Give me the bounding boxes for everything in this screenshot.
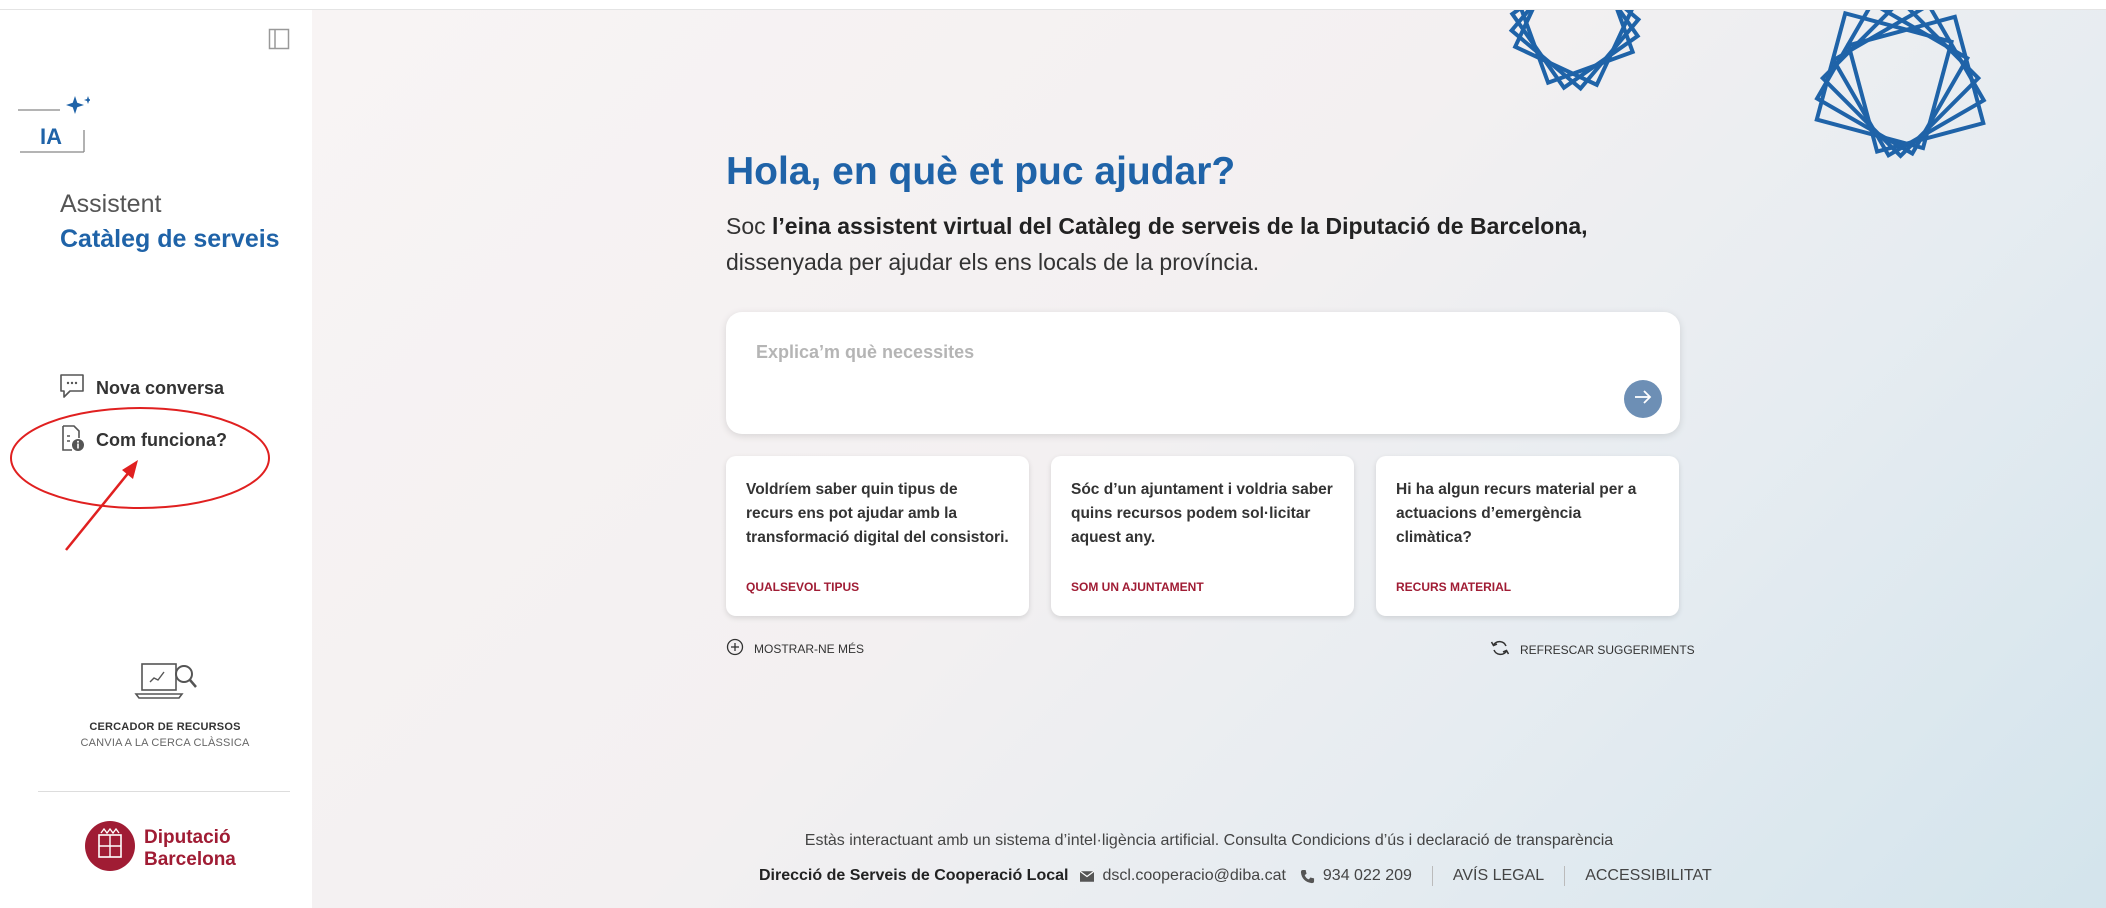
chat-bubble-icon: [58, 372, 86, 405]
refresh-icon: [1490, 638, 1510, 661]
chat-input-placeholder[interactable]: Explica’m què necessites: [756, 342, 974, 363]
mail-icon: [1080, 870, 1095, 882]
suggestion-question: Sóc d’un ajuntament i voldria saber quin…: [1071, 481, 1333, 546]
refresh-suggestions-button[interactable]: REFRESCAR SUGGERIMENTS: [1490, 638, 1695, 661]
org-logo-line2: Barcelona: [144, 848, 236, 870]
suggestion-card[interactable]: Voldríem saber quin tipus de recurs ens …: [726, 456, 1029, 616]
main-area: Hola, en què et puc ajudar? Soc l’eina a…: [312, 10, 2106, 908]
diputacio-seal-icon: [84, 820, 136, 877]
document-info-icon: [58, 424, 86, 457]
sidebar-item-how-it-works[interactable]: Com funciona?: [58, 424, 227, 457]
refresh-label: REFRESCAR SUGGERIMENTS: [1520, 642, 1695, 657]
resource-search-link[interactable]: CERCADOR DE RECURSOS CANVIA A LA CERCA C…: [40, 660, 290, 749]
sidebar-item-label: Com funciona?: [96, 430, 227, 450]
legal-notice-link[interactable]: AVÍS LEGAL: [1453, 867, 1544, 885]
suggestion-card[interactable]: Sóc d’un ajuntament i voldria saber quin…: [1051, 456, 1354, 616]
sidebar: IA Assistent Catàleg de serveis Nova con…: [0, 10, 312, 908]
suggestion-question: Hi ha algun recurs material per a actuac…: [1396, 481, 1637, 546]
footer-org: Direcció de Serveis de Cooperació Local: [759, 867, 1069, 884]
show-more-label: MOSTRAR-NE MÉS: [754, 641, 865, 656]
arrow-right-icon: [1632, 386, 1654, 413]
show-more-button[interactable]: MOSTRAR-NE MÉS: [726, 638, 864, 659]
suggestion-cards: Voldríem saber quin tipus de recurs ens …: [726, 456, 1679, 616]
footer-separator: [1431, 866, 1433, 886]
hero-subtitle-rest: dissenyada per ajudar els ens locals de …: [726, 249, 1260, 275]
sidebar-item-label: Nova conversa: [96, 378, 225, 398]
resource-search-subtitle: CANVIA A LA CERCA CLÀSSICA: [80, 737, 250, 749]
footer-email-link[interactable]: dscl.cooperacio@diba.cat: [1102, 867, 1285, 885]
decorative-squares-left: [1508, 10, 1642, 92]
chat-input-box[interactable]: Explica’m què necessites: [726, 312, 1680, 434]
sidebar-item-new-conversation[interactable]: Nova conversa: [58, 372, 224, 405]
resource-search-title: CERCADOR DE RECURSOS: [89, 721, 241, 733]
suggestion-question: Voldríem saber quin tipus de recurs ens …: [746, 481, 1009, 546]
assistant-label: Assistent: [60, 190, 162, 218]
ia-logo-text: IA: [40, 124, 62, 149]
suggestion-card[interactable]: Hi ha algun recurs material per a actuac…: [1376, 456, 1679, 616]
sidebar-divider: [38, 791, 290, 792]
plus-circle-icon: [726, 638, 744, 659]
laptop-search-icon: [132, 663, 198, 710]
catalog-label: Catàleg de serveis: [60, 225, 280, 253]
footer-separator: [1564, 866, 1566, 886]
sidebar-toggle-icon[interactable]: [268, 28, 290, 50]
hero-subtitle-bold: l’eina assistent virtual del Catàleg de …: [772, 213, 1588, 239]
phone-icon: [1300, 869, 1315, 884]
org-logo-line1: Diputació: [144, 826, 231, 848]
suggestion-tag: QUALSEVOL TIPUS: [746, 580, 860, 594]
footer-contact: Direcció de Serveis de Cooperació Local …: [759, 866, 1712, 886]
accessibility-link[interactable]: ACCESSIBILITAT: [1585, 867, 1712, 885]
top-border: [0, 0, 2106, 10]
decorative-squares-right: [1814, 10, 1987, 159]
ai-notice: Estàs interactuant amb un sistema d’inte…: [804, 832, 1614, 849]
ia-logo: IA: [18, 90, 92, 154]
diputacio-logo: Diputació Barcelona: [84, 820, 236, 877]
suggestion-tag: RECURS MATERIAL: [1396, 580, 1512, 594]
footer-phone[interactable]: 934 022 209: [1323, 867, 1412, 885]
hero-title: Hola, en què et puc ajudar?: [726, 150, 1236, 193]
suggestion-tag: SOM UN AJUNTAMENT: [1071, 580, 1204, 594]
send-button[interactable]: [1624, 380, 1662, 418]
hero-subtitle-prefix: Soc: [726, 213, 773, 239]
hero-subtitle: Soc l’eina assistent virtual del Catàleg…: [726, 208, 1626, 280]
